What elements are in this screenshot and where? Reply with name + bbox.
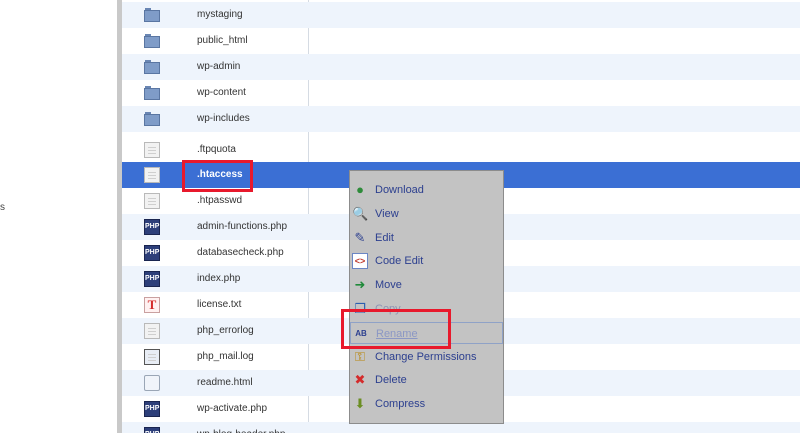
context-menu-label: Code Edit bbox=[375, 255, 424, 267]
file-name[interactable]: readme.html bbox=[197, 377, 253, 388]
php-file-icon: PHP bbox=[144, 271, 160, 287]
file-name[interactable]: databasecheck.php bbox=[197, 247, 284, 258]
file-row[interactable]: wp-content bbox=[122, 80, 800, 106]
file-name[interactable]: wp-blog-header.php bbox=[197, 429, 285, 433]
file-name[interactable]: php_errorlog bbox=[197, 325, 254, 336]
context-menu-item-delete[interactable]: ✖ Delete bbox=[350, 369, 503, 391]
generic-file-icon bbox=[144, 323, 160, 339]
file-name[interactable]: php_mail.log bbox=[197, 351, 254, 362]
file-name[interactable]: wp-admin bbox=[197, 61, 240, 72]
file-name[interactable]: admin-functions.php bbox=[197, 221, 287, 232]
key-icon: ⚿ bbox=[355, 349, 365, 364]
file-name[interactable]: .htpasswd bbox=[197, 195, 242, 206]
file-row[interactable]: public_html bbox=[122, 28, 800, 54]
folder-icon bbox=[144, 33, 160, 49]
generic-file-icon bbox=[144, 142, 160, 158]
file-name[interactable]: public_html bbox=[197, 35, 248, 46]
context-menu-label: View bbox=[375, 208, 399, 220]
context-menu-item-edit[interactable]: ✎ Edit bbox=[350, 227, 503, 249]
context-menu-label: Move bbox=[375, 279, 402, 291]
compress-icon: ⬇ bbox=[354, 396, 366, 411]
file-name[interactable]: mystaging bbox=[197, 9, 243, 20]
folder-icon bbox=[144, 111, 160, 127]
file-name[interactable]: wp-content bbox=[197, 87, 246, 98]
file-name[interactable]: .htaccess bbox=[197, 169, 243, 180]
file-row[interactable]: mystaging bbox=[122, 2, 800, 28]
context-menu-item-compress[interactable]: ⬇ Compress bbox=[350, 393, 503, 415]
context-menu-label: Rename bbox=[376, 328, 418, 340]
file-name[interactable]: license.txt bbox=[197, 299, 241, 310]
context-menu-label: Download bbox=[375, 184, 424, 196]
php-file-icon: PHP bbox=[144, 427, 160, 433]
php-file-icon: PHP bbox=[144, 401, 160, 417]
context-menu: ● Download 🔍 View ✎ Edit <> Code Edit ➜ Move ❐ Copy… bbox=[349, 170, 504, 424]
context-menu-item-copy[interactable]: ❐ Copy bbox=[350, 298, 503, 320]
context-menu-item-change-permissions[interactable]: ⚿ Change Permissions bbox=[350, 346, 503, 368]
folder-icon bbox=[144, 59, 160, 75]
log-file-icon bbox=[144, 349, 160, 365]
context-menu-item-view[interactable]: 🔍 View bbox=[350, 203, 503, 225]
truncated-sidebar-text: s bbox=[0, 202, 5, 213]
file-row[interactable]: wp-includes bbox=[122, 106, 800, 132]
context-menu-label: Compress bbox=[375, 398, 426, 410]
generic-file-icon bbox=[144, 167, 160, 183]
context-menu-label: Edit bbox=[375, 232, 394, 244]
context-menu-label: Change Permissions bbox=[375, 351, 477, 363]
move-arrow-icon: ➜ bbox=[354, 277, 366, 292]
folder-icon bbox=[144, 7, 160, 23]
file-name[interactable]: wp-includes bbox=[197, 113, 250, 124]
red-x-icon: ✖ bbox=[354, 372, 366, 387]
code-edit-icon: <> bbox=[352, 253, 368, 269]
context-menu-item-code-edit[interactable]: <> Code Edit bbox=[350, 250, 503, 272]
copy-icon: ❐ bbox=[354, 301, 366, 316]
text-file-icon: T bbox=[144, 297, 160, 313]
context-menu-item-rename[interactable]: AB Rename bbox=[350, 322, 503, 344]
generic-file-icon bbox=[144, 193, 160, 209]
folder-icon bbox=[144, 85, 160, 101]
context-menu-label: Copy bbox=[375, 303, 401, 315]
context-menu-label: Delete bbox=[375, 374, 407, 386]
file-name[interactable]: .ftpquota bbox=[197, 144, 236, 155]
file-row[interactable]: .ftpquota bbox=[122, 137, 800, 163]
pencil-icon: ✎ bbox=[354, 230, 366, 245]
php-file-icon: PHP bbox=[144, 219, 160, 235]
html-file-icon bbox=[144, 375, 160, 391]
file-row[interactable]: wp-admin bbox=[122, 54, 800, 80]
magnifier-icon: 🔍 bbox=[352, 206, 369, 221]
php-file-icon: PHP bbox=[144, 245, 160, 261]
globe-download-icon: ● bbox=[356, 182, 364, 197]
file-name[interactable]: index.php bbox=[197, 273, 240, 284]
context-menu-item-download[interactable]: ● Download bbox=[350, 179, 503, 201]
file-name[interactable]: wp-activate.php bbox=[197, 403, 267, 414]
rename-ab-icon: AB bbox=[355, 329, 367, 338]
context-menu-item-move[interactable]: ➜ Move bbox=[350, 274, 503, 296]
